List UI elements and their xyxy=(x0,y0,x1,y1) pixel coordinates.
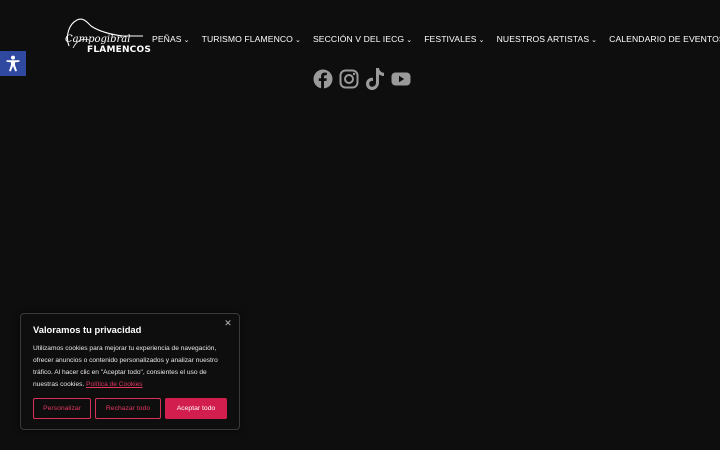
logo-script-text: Campogibral xyxy=(65,34,131,45)
nav-item-label: FESTIVALES xyxy=(424,34,477,44)
nav-item-nuestros-artistas[interactable]: NUESTROS ARTISTAS ⌄ xyxy=(497,34,598,44)
youtube-icon xyxy=(391,72,411,86)
nav-item-festivales[interactable]: FESTIVALES ⌄ xyxy=(424,34,484,44)
chevron-down-icon: ⌄ xyxy=(406,36,413,44)
tiktok-link[interactable] xyxy=(365,67,385,91)
cookie-policy-link[interactable]: Política de Cookies xyxy=(86,381,142,388)
nav-item-label: SECCIÓN V DEL IECG xyxy=(312,34,405,44)
main-navigation: PEÑAS ⌄ TURISMO FLAMENCO ⌄ SECCIÓN V DEL… xyxy=(152,32,720,46)
social-links xyxy=(313,67,411,91)
cookie-consent-banner: ✕ Valoramos tu privacidad Utilizamos coo… xyxy=(20,313,240,430)
youtube-link[interactable] xyxy=(391,67,411,91)
nav-item-label: PEÑAS xyxy=(152,34,182,44)
cookie-banner-text: Utilizamos cookies para mejorar tu exper… xyxy=(33,343,231,391)
accessibility-icon xyxy=(6,55,20,72)
accessibility-button[interactable] xyxy=(0,51,26,76)
nav-item-penas[interactable]: PEÑAS ⌄ xyxy=(152,34,190,44)
instagram-link[interactable] xyxy=(339,67,359,91)
nav-item-seccion-v[interactable]: SECCIÓN V DEL IECG ⌄ xyxy=(313,34,412,44)
reject-all-button[interactable]: Rechazar todo xyxy=(95,398,161,419)
instagram-icon xyxy=(339,69,359,89)
customize-button[interactable]: Personalizar xyxy=(33,398,91,419)
cookie-banner-buttons: Personalizar Rechazar todo Aceptar todo xyxy=(33,398,227,419)
tiktok-icon xyxy=(366,68,384,90)
chevron-down-icon: ⌄ xyxy=(294,36,301,44)
accept-all-button[interactable]: Aceptar todo xyxy=(165,398,227,419)
chevron-down-icon: ⌄ xyxy=(183,36,190,44)
nav-item-label: CALENDARIO DE EVENTOS xyxy=(609,34,720,44)
nav-item-label: TURISMO FLAMENCO xyxy=(201,34,293,44)
close-icon[interactable]: ✕ xyxy=(223,318,233,328)
nav-item-calendario[interactable]: CALENDARIO DE EVENTOS xyxy=(609,34,720,44)
cookie-banner-title: Valoramos tu privacidad xyxy=(33,324,142,335)
logo-brand-text: FLAMENCOS xyxy=(87,45,152,55)
chevron-down-icon: ⌄ xyxy=(591,36,598,44)
nav-item-label: NUESTROS ARTISTAS xyxy=(496,34,590,44)
site-logo[interactable]: Campogibral FLAMENCOS xyxy=(63,16,151,58)
chevron-down-icon: ⌄ xyxy=(478,36,485,44)
facebook-link[interactable] xyxy=(313,67,333,91)
nav-item-turismo-flamenco[interactable]: TURISMO FLAMENCO ⌄ xyxy=(202,34,301,44)
facebook-icon xyxy=(313,69,333,89)
